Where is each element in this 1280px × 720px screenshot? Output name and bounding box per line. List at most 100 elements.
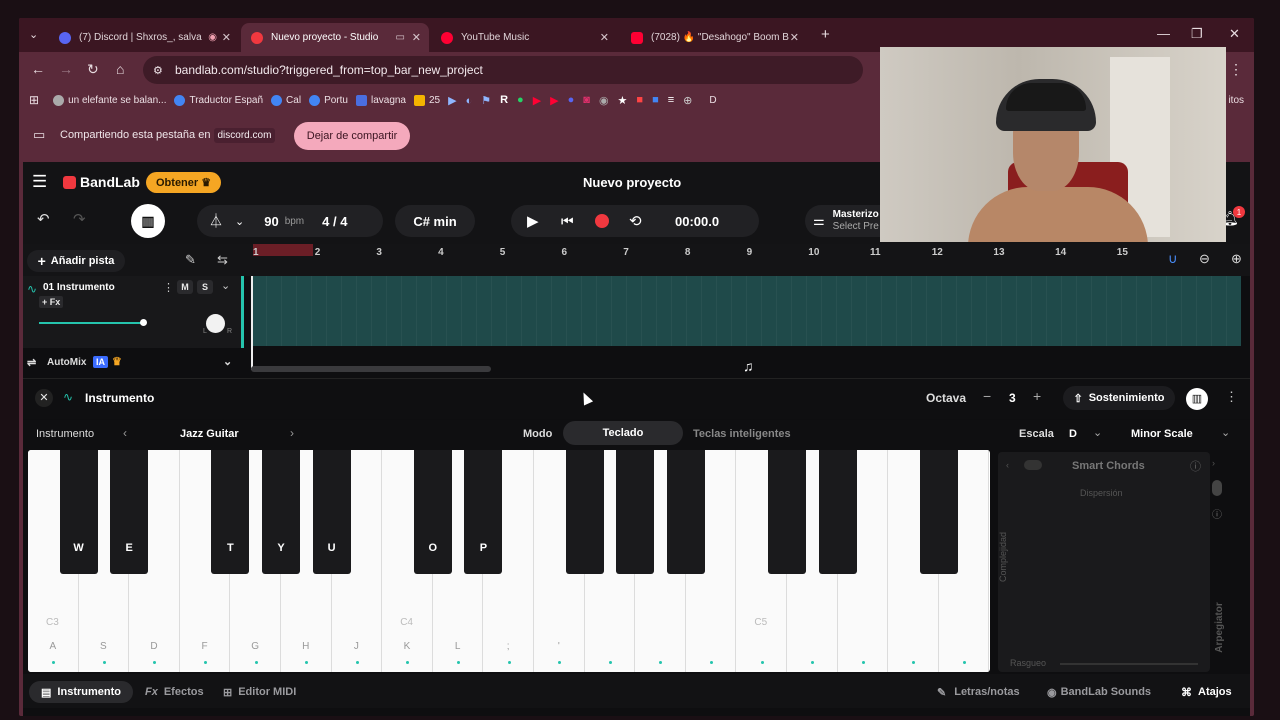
new-tab-icon[interactable]: + <box>821 26 830 43</box>
home-icon[interactable]: ⌂ <box>116 61 124 77</box>
tab-youtube[interactable]: (7028) 🔥 "Desahogo" Boom B ✕ <box>621 23 807 52</box>
redo-icon[interactable]: ↷ <box>73 210 86 228</box>
stop-sharing-button[interactable]: Dejar de compartir <box>294 122 410 150</box>
black-key[interactable] <box>919 450 958 574</box>
bookmark[interactable]: lavagna <box>355 94 406 106</box>
instrument-tab[interactable]: ▤ Instrumento <box>29 681 133 703</box>
hamburger-menu-icon[interactable]: ☰ <box>32 172 47 192</box>
zoom-in-icon[interactable]: ⊕ <box>1231 251 1242 267</box>
playhead[interactable] <box>251 276 253 370</box>
octave-increase-icon[interactable]: + <box>1033 388 1041 404</box>
automix-expand-icon[interactable]: ⌄ <box>223 355 232 368</box>
track-expand-icon[interactable]: ⌄ <box>221 279 230 292</box>
apps-grid-icon[interactable]: ⊞ <box>29 93 39 107</box>
project-title[interactable]: Nuevo proyecto <box>583 175 681 190</box>
add-loop-icon[interactable]: ♫ <box>743 358 754 374</box>
track-menu-icon[interactable]: ⋮ <box>163 281 174 294</box>
other-bookmarks-label[interactable]: itos <box>1228 95 1244 106</box>
black-key[interactable]: O <box>413 450 452 574</box>
close-window-icon[interactable]: ✕ <box>1229 26 1240 42</box>
chords-prev-icon[interactable]: ‹ <box>1006 460 1009 470</box>
scale-type-select[interactable]: Minor Scale <box>1131 428 1193 440</box>
close-tab-icon[interactable]: ✕ <box>412 31 421 44</box>
panel-menu-icon[interactable]: ⋮ <box>1225 389 1238 405</box>
scale-key-select[interactable]: D <box>1069 428 1077 440</box>
metronome-icon[interactable]: ⏃ <box>209 211 223 231</box>
close-tab-icon[interactable]: ✕ <box>790 31 799 44</box>
metronome-dropdown-icon[interactable]: ⌄ <box>235 215 244 228</box>
instrument-value[interactable]: Jazz Guitar <box>180 428 239 440</box>
arp-info-icon[interactable]: ⓘ <box>1212 506 1222 521</box>
keyboard-toggle-icon[interactable]: ▥ <box>131 204 165 238</box>
reload-icon[interactable]: ↻ <box>87 61 99 78</box>
track-lane[interactable] <box>251 276 1241 370</box>
black-key[interactable]: U <box>312 450 351 574</box>
black-key[interactable] <box>818 450 857 574</box>
black-key[interactable]: Y <box>262 450 300 574</box>
tab-studio[interactable]: Nuevo proyecto - Studio ▭ ✕ <box>241 23 429 52</box>
bandlab-logo[interactable]: BandLab <box>63 174 140 190</box>
tab-search-chevron-icon[interactable]: ⌄ <box>29 28 38 41</box>
time-signature[interactable]: 4 / 4 <box>322 214 347 229</box>
bookmark-icon-row[interactable]: ▶◐⚑ R ● ▶▶ ● ◙ ◉ ★ ■ ■ ≡ ⊕ <box>448 94 701 107</box>
bookmark[interactable]: Traductor Españ <box>174 94 263 106</box>
black-key[interactable] <box>768 450 806 574</box>
play-icon[interactable]: ▶ <box>527 212 539 230</box>
bookmark[interactable]: un elefante se balan... <box>53 94 166 106</box>
site-info-icon[interactable]: ⚙ <box>153 64 163 77</box>
mode-keyboard-tab[interactable]: Teclado <box>563 421 683 445</box>
minimize-icon[interactable]: — <box>1157 26 1170 41</box>
pan-knob[interactable] <box>206 314 225 333</box>
volume-slider-handle[interactable] <box>140 319 147 326</box>
magnet-snap-icon[interactable]: ∪ <box>1168 251 1178 267</box>
bookmark[interactable]: D <box>709 95 716 106</box>
undo-icon[interactable]: ↶ <box>37 210 50 228</box>
tab-discord[interactable]: (7) Discord | Shxros_, salva ◉ ✕ <box>49 23 239 52</box>
black-key[interactable]: P <box>464 450 503 574</box>
back-icon[interactable]: ← <box>31 61 45 77</box>
info-icon[interactable]: ⓘ <box>1190 458 1201 474</box>
prev-instrument-icon[interactable]: ‹ <box>123 426 127 440</box>
smart-chords-toggle[interactable] <box>1024 460 1042 470</box>
octave-decrease-icon[interactable]: − <box>983 388 991 404</box>
loop-region[interactable] <box>253 244 313 256</box>
address-input[interactable]: ⚙ bandlab.com/studio?triggered_from=top_… <box>143 56 863 84</box>
loop-icon[interactable]: ⟲ <box>629 212 642 230</box>
black-key[interactable] <box>565 450 604 574</box>
close-tab-icon[interactable]: ✕ <box>222 31 231 44</box>
track-settings-icon[interactable]: ⇆ <box>217 252 228 268</box>
black-key[interactable]: E <box>110 450 149 574</box>
arpeggiator-toggle[interactable] <box>1212 480 1222 496</box>
record-icon[interactable] <box>595 214 609 228</box>
mute-button[interactable]: M <box>177 280 193 294</box>
timeline-ruler[interactable]: 1 2 3 4 5 6 7 8 9 10 11 12 13 14 15 <box>251 244 1211 276</box>
close-panel-icon[interactable]: ✕ <box>35 389 53 407</box>
black-key[interactable] <box>616 450 655 574</box>
piano-view-icon[interactable]: ▥ <box>1186 388 1208 410</box>
key-selector[interactable]: C# min <box>395 205 475 237</box>
black-key[interactable]: T <box>211 450 250 574</box>
tab-youtube-music[interactable]: YouTube Music ✕ <box>431 23 617 52</box>
zoom-out-icon[interactable]: ⊖ <box>1199 251 1210 267</box>
shortcuts-button[interactable]: ⌘ Atajos <box>1181 681 1232 703</box>
black-key[interactable]: W <box>59 450 98 574</box>
bookmark[interactable]: 25 <box>414 94 440 106</box>
bpm-value[interactable]: 90 <box>264 214 278 229</box>
track-header[interactable]: ∿ 01 Instrumento ⋮ M S ⌄ + Fx L R <box>23 276 244 348</box>
black-key[interactable] <box>666 450 705 574</box>
bandlab-sounds-button[interactable]: ◉ BandLab Sounds <box>1047 681 1151 703</box>
solo-button[interactable]: S <box>197 280 213 294</box>
track-name[interactable]: 01 Instrumento <box>43 282 115 293</box>
automix-label[interactable]: AutoMix <box>47 357 86 368</box>
wand-icon[interactable]: ✎ <box>185 252 196 268</box>
lyrics-notes-button[interactable]: ✎ Letras/notas <box>937 681 1020 703</box>
chevron-down-icon[interactable]: ⌄ <box>1093 426 1102 439</box>
bookmark[interactable]: Portu <box>309 94 348 106</box>
browser-menu-icon[interactable]: ⋮ <box>1229 61 1243 78</box>
add-fx-button[interactable]: + Fx <box>39 296 64 308</box>
piano-keyboard[interactable]: A C3 S D F G H J K C4 L; ' C5 W E T Y U O P <box>28 450 990 672</box>
arp-next-icon[interactable]: › <box>1212 458 1215 468</box>
mode-smart-keys-tab[interactable]: Teclas inteligentes <box>693 428 791 440</box>
midi-editor-tab[interactable]: ⊞ Editor MIDI <box>223 681 296 703</box>
next-instrument-icon[interactable]: › <box>290 426 294 440</box>
